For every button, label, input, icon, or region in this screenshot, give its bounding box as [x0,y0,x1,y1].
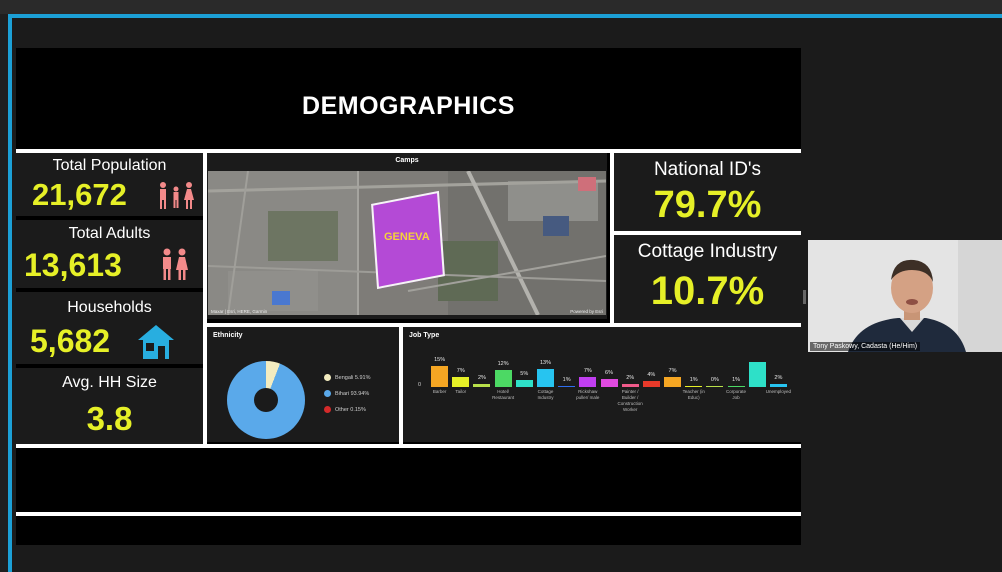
category-label: Unemployed [765,389,792,394]
dashboard-title: DEMOGRAPHICS [302,92,515,120]
divider [16,444,801,448]
total-population-value: 21,672 [32,177,127,212]
avg-hh-size-card: Avg. HH Size 3.8 [16,368,203,444]
category-label: Rickshaw puller/ male [576,389,600,400]
legend-swatch-other [324,406,331,413]
total-adults-value: 13,613 [24,247,122,283]
legend-label-bengali: Bengali 5.91% [335,375,371,381]
bar-value-label: 2% [477,375,486,382]
job-type-widget: Job Type 0 15% 7% 2% 12% 5% 13% 1% 7% 6% 2% 4% 7% 1%… [403,327,801,442]
cottage-industry-value: 10.7% [650,269,765,313]
cottage-industry-label: Cottage Industry [637,241,778,262]
bar-value-label: 15% [434,357,446,363]
households-label: Households [67,299,152,316]
avg-hh-size-value: 3.8 [86,400,133,437]
ethnicity-donut-chart[interactable] [227,361,305,439]
category-label: Corporate Job [726,389,747,400]
cottage-industry-card: Cottage Industry 10.7% [614,235,801,323]
legend-swatch-bihari [324,390,331,397]
bar-value-label: 7% [456,368,465,375]
category-label: Hotel/ Restaurant [492,389,515,400]
avg-hh-size-label: Avg. HH Size [62,374,157,391]
dashboard: DEMOGRAPHICS Total Population 21,672 Tot… [16,48,801,545]
category-label: Tailor [455,389,467,394]
total-population-card: Total Population 21,672 [16,153,203,216]
participant-name: Tony Paskowy, Cadasta (He/Him) [810,342,921,351]
households-card: Households 5,682 [16,292,203,364]
bar-value-labels: 15% 7% 2% 12% 5% 13% 1% 7% 6% 2% 4% 7% 1% 0% 1% 2% [429,327,789,387]
y-axis-zero-label: 0 [418,382,422,388]
households-value: 5,682 [30,323,111,359]
satellite-map[interactable]: GENEVA Maxar | Esri, HERE, Garmin Powere… [208,171,606,315]
total-population-label: Total Population [52,157,167,174]
ethnicity-title: Ethnicity [213,332,243,339]
map-title: Camps [395,157,419,164]
legend-swatch-bengali [324,374,331,381]
total-adults-label: Total Adults [68,225,151,242]
total-adults-card: Total Adults 13,613 [16,220,203,288]
participant-video[interactable]: Tony Paskowy, Cadasta (He/Him) [808,240,1002,352]
app-frame: DEMOGRAPHICS Total Population 21,672 Tot… [0,0,1002,572]
map-attribution: Maxar | Esri, HERE, Garmin [211,309,268,314]
legend-label-bihari: Bihari 93.94% [335,391,370,397]
house-icon [138,325,174,359]
ethnicity-widget: Ethnicity Bengali 5.91% Bihari 93.94% Ot… [207,327,399,442]
bar-value-label: 5% [520,371,529,377]
bar-value-label: 2% [774,375,783,382]
participant-avatar [808,240,1002,352]
category-label: Teacher (in Educ) [682,389,705,400]
geneva-camp-label: GENEVA [384,231,430,243]
category-label: Painter / Builder / Construction Worker [617,389,643,412]
couple-icon [163,248,188,280]
bar-value-label: 13% [539,359,551,366]
people-icon [160,182,194,209]
national-ids-value: 79.7% [653,184,762,226]
bar-value-label: 1% [562,376,571,383]
divider [16,512,801,516]
window-top-bar [0,0,1002,14]
bar-value-label: 7% [668,368,677,375]
bar-value-label: 12% [497,361,509,368]
panel-scrollbar[interactable] [803,290,806,304]
national-ids-label: National ID's [653,159,762,180]
category-labels: Barber Tailor Hotel/ Restaurant Cottage Ind… [429,389,792,439]
category-label: Cottage Industry [537,389,554,400]
donut-hole [254,388,278,412]
national-ids-card: National ID's 79.7% [614,153,801,231]
legend-label-other: Other 0.15% [335,407,366,413]
map-powered-by[interactable]: Powered by Esri [570,309,603,314]
camps-map-widget: Camps GENEVA Maxar | Esri, HERE, Garmin … [207,153,607,319]
bar-value-label: 1% [732,376,741,383]
